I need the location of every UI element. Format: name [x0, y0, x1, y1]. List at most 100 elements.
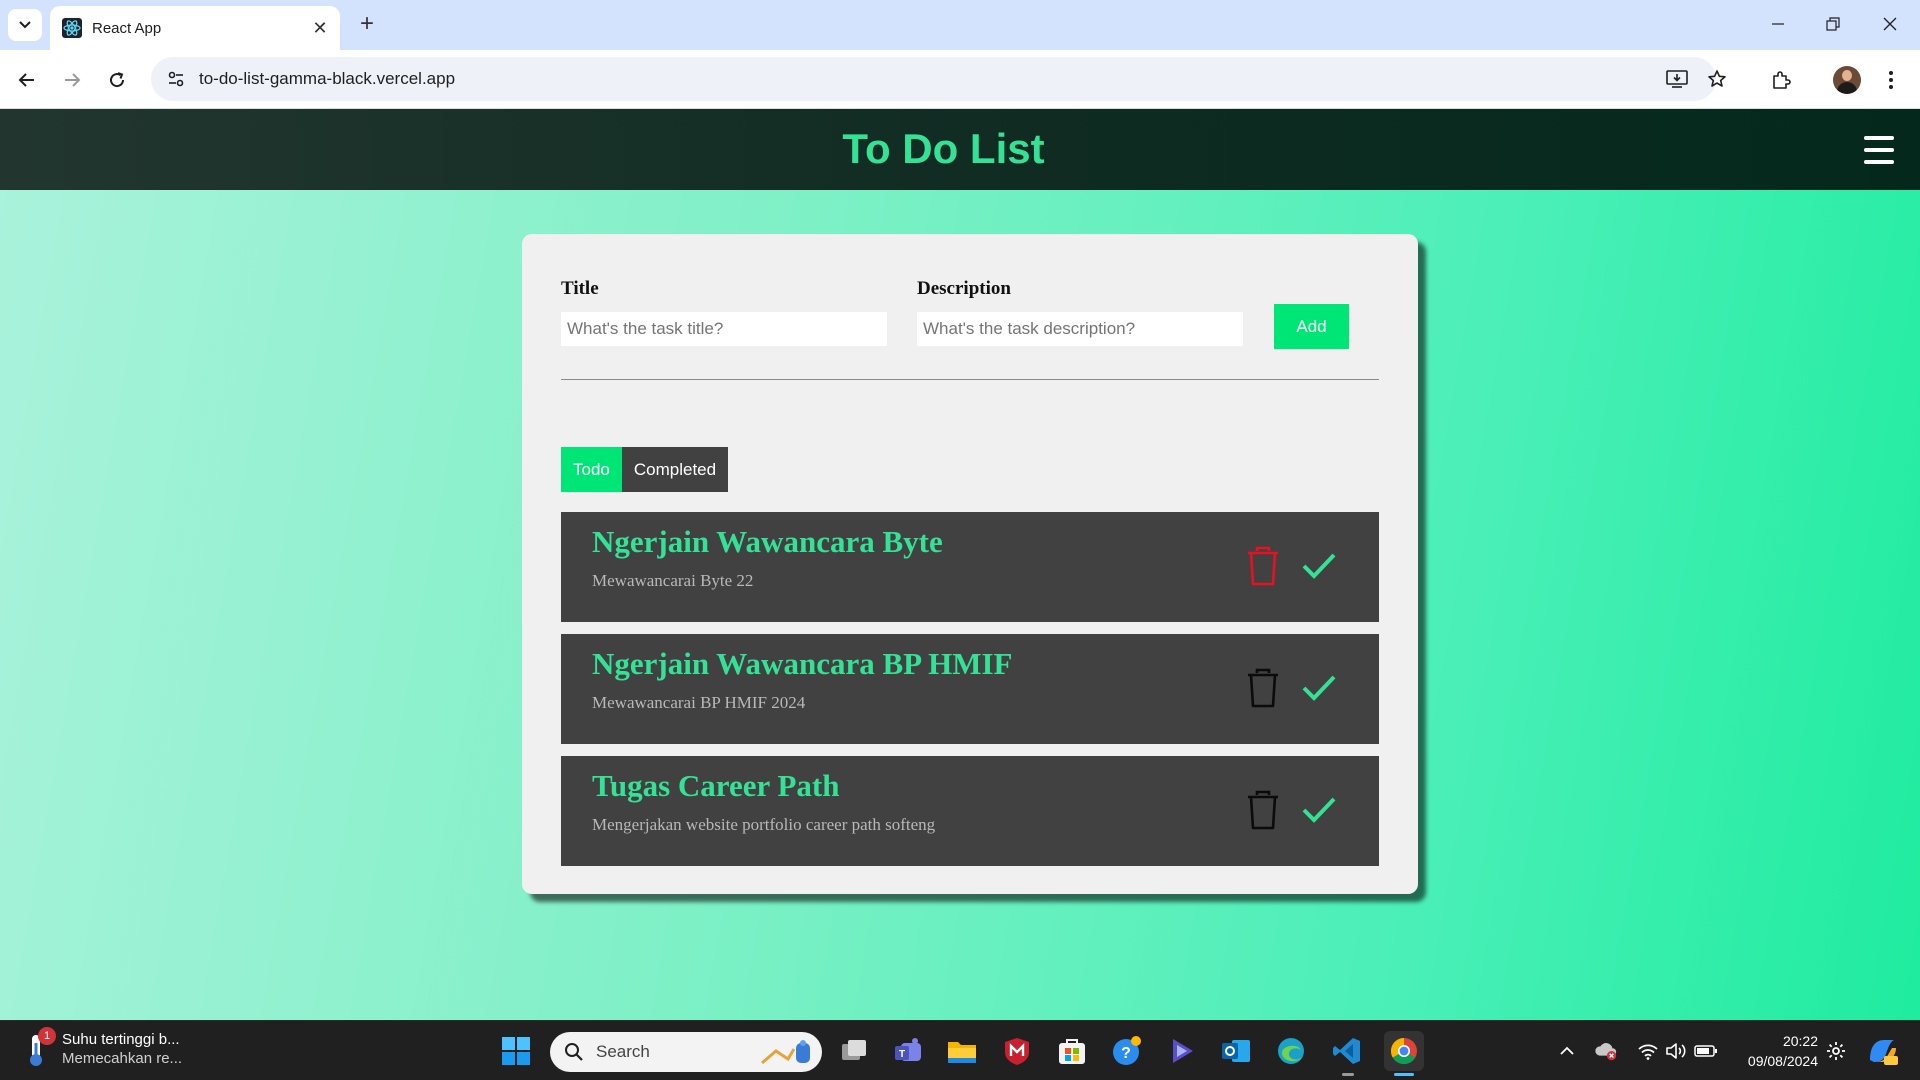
onedrive-error-icon[interactable]: [1594, 1039, 1618, 1063]
complete-check-icon[interactable]: [1301, 548, 1337, 584]
start-button[interactable]: [498, 1033, 534, 1069]
description-label: Description: [917, 278, 1011, 299]
restore-window-button[interactable]: [1813, 8, 1853, 40]
weather-badge: 1: [38, 1027, 56, 1045]
battery-icon[interactable]: [1694, 1039, 1718, 1063]
weather-widget[interactable]: 1 Suhu tertinggi b... Memecahkan re...: [24, 1027, 183, 1069]
browser-tab[interactable]: React App ✕: [50, 6, 340, 50]
search-label: Search: [596, 1042, 650, 1061]
page-title: To Do List: [842, 125, 1045, 172]
chevron-down-icon: [19, 21, 31, 29]
reload-icon: [110, 72, 125, 88]
todo-item: Ngerjain Wawancara Byte Mewawancarai Byt…: [561, 512, 1379, 622]
svg-text:T: T: [899, 1049, 905, 1060]
task-view-icon[interactable]: [836, 1033, 872, 1069]
vscode-icon[interactable]: [1329, 1033, 1365, 1069]
mcafee-icon[interactable]: [999, 1033, 1035, 1069]
app-body: Title Description Add Todo Completed Nge…: [0, 190, 1920, 1020]
clock-date: 09/08/2024: [1747, 1053, 1818, 1069]
browser-tabstrip: React App ✕ +: [0, 0, 1920, 50]
delete-trash-icon[interactable]: [1245, 546, 1281, 586]
delete-trash-icon[interactable]: [1245, 790, 1281, 830]
weather-line-2: Memecahkan re...: [62, 1050, 183, 1067]
todo-list: Ngerjain Wawancara Byte Mewawancarai Byt…: [561, 512, 1379, 878]
todo-description: Mewawancarai BP HMIF 2024: [592, 693, 806, 712]
thermometer-icon: 1: [24, 1027, 56, 1069]
title-label: Title: [561, 278, 599, 299]
chrome-icon[interactable]: [1384, 1031, 1424, 1071]
taskbar-search[interactable]: Search: [550, 1032, 822, 1072]
volume-icon[interactable]: [1664, 1039, 1688, 1063]
url-text: to-do-list-gamma-black.vercel.app: [199, 69, 456, 88]
more-vertical-icon: [1889, 71, 1893, 89]
file-explorer-icon[interactable]: [944, 1033, 980, 1069]
microsoft-store-icon[interactable]: [1054, 1033, 1090, 1069]
todo-card: Title Description Add Todo Completed Nge…: [522, 234, 1418, 894]
reload-button[interactable]: [101, 64, 133, 96]
react-logo-icon: [62, 18, 82, 38]
tab-completed[interactable]: Completed: [621, 447, 729, 492]
chrome-active-indicator: [1394, 1073, 1414, 1076]
close-tab-icon[interactable]: ✕: [310, 18, 330, 39]
windows-taskbar: 1 Suhu tertinggi b... Memecahkan re... S…: [0, 1020, 1920, 1080]
puzzle-icon: [1773, 71, 1791, 89]
minimize-window-button[interactable]: [1758, 8, 1798, 40]
outlook-icon[interactable]: [1218, 1033, 1254, 1069]
profile-avatar[interactable]: [1833, 66, 1861, 94]
get-help-icon[interactable]: ?: [1109, 1033, 1145, 1069]
search-icon: [565, 1043, 583, 1061]
site-settings-icon[interactable]: [165, 68, 187, 90]
filter-tabs: Todo Completed: [561, 447, 729, 492]
delete-trash-icon[interactable]: [1245, 668, 1281, 708]
copilot-icon[interactable]: [1164, 1033, 1200, 1069]
new-tab-button[interactable]: +: [352, 10, 382, 40]
extensions-button[interactable]: [1765, 64, 1797, 96]
back-button[interactable]: [11, 64, 43, 96]
wifi-icon[interactable]: [1636, 1039, 1660, 1063]
bookmark-button[interactable]: [1697, 59, 1737, 99]
todo-title: Tugas Career Path: [592, 768, 840, 803]
system-clock[interactable]: 20:22 09/08/2024: [1738, 1031, 1818, 1071]
arrow-left-icon: [18, 73, 34, 87]
svg-text:?: ?: [1121, 1045, 1131, 1062]
search-highlight-icon: [760, 1040, 810, 1065]
close-window-button[interactable]: [1870, 8, 1910, 40]
todo-item: Tugas Career Path Mengerjakan website po…: [561, 756, 1379, 866]
show-hidden-icons-chevron-up-icon[interactable]: [1555, 1039, 1579, 1063]
star-icon: [1708, 70, 1726, 87]
edge-icon[interactable]: [1273, 1033, 1309, 1069]
divider: [561, 379, 1379, 380]
windows-logo-icon: [502, 1037, 530, 1065]
address-bar[interactable]: to-do-list-gamma-black.vercel.app: [151, 57, 1716, 101]
title-input[interactable]: [561, 312, 887, 346]
add-button[interactable]: Add: [1274, 304, 1349, 349]
install-icon: [1666, 70, 1688, 88]
tab-todo[interactable]: Todo: [561, 447, 622, 492]
arrow-right-icon: [65, 73, 81, 87]
browser-toolbar: to-do-list-gamma-black.vercel.app: [0, 50, 1920, 109]
todo-description: Mengerjakan website portfolio career pat…: [592, 815, 936, 834]
todo-title: Ngerjain Wawancara BP HMIF: [592, 646, 1013, 681]
restore-icon: [1826, 17, 1840, 31]
description-field: Description: [917, 278, 1243, 346]
teams-icon[interactable]: T: [890, 1033, 926, 1069]
focus-gear-icon[interactable]: [1824, 1039, 1848, 1063]
complete-check-icon[interactable]: [1301, 792, 1337, 828]
app-header: To Do List: [0, 109, 1920, 190]
description-input[interactable]: [917, 312, 1243, 346]
weather-line-1: Suhu tertinggi b...: [62, 1031, 180, 1048]
title-field: Title: [561, 278, 887, 346]
copilot-preview-icon[interactable]: [1866, 1035, 1898, 1067]
complete-check-icon[interactable]: [1301, 670, 1337, 706]
browser-menu-button[interactable]: [1875, 64, 1907, 96]
todo-title: Ngerjain Wawancara Byte: [592, 524, 943, 559]
hamburger-menu-icon[interactable]: [1864, 136, 1894, 164]
tab-title: React App: [92, 19, 162, 37]
close-icon: [1883, 17, 1897, 31]
tab-search-button[interactable]: [8, 9, 42, 41]
todo-item: Ngerjain Wawancara BP HMIF Mewawancarai …: [561, 634, 1379, 744]
minimize-icon: [1772, 23, 1784, 25]
forward-button[interactable]: [56, 64, 88, 96]
vscode-running-indicator: [1342, 1073, 1354, 1076]
install-app-button[interactable]: [1657, 59, 1697, 99]
